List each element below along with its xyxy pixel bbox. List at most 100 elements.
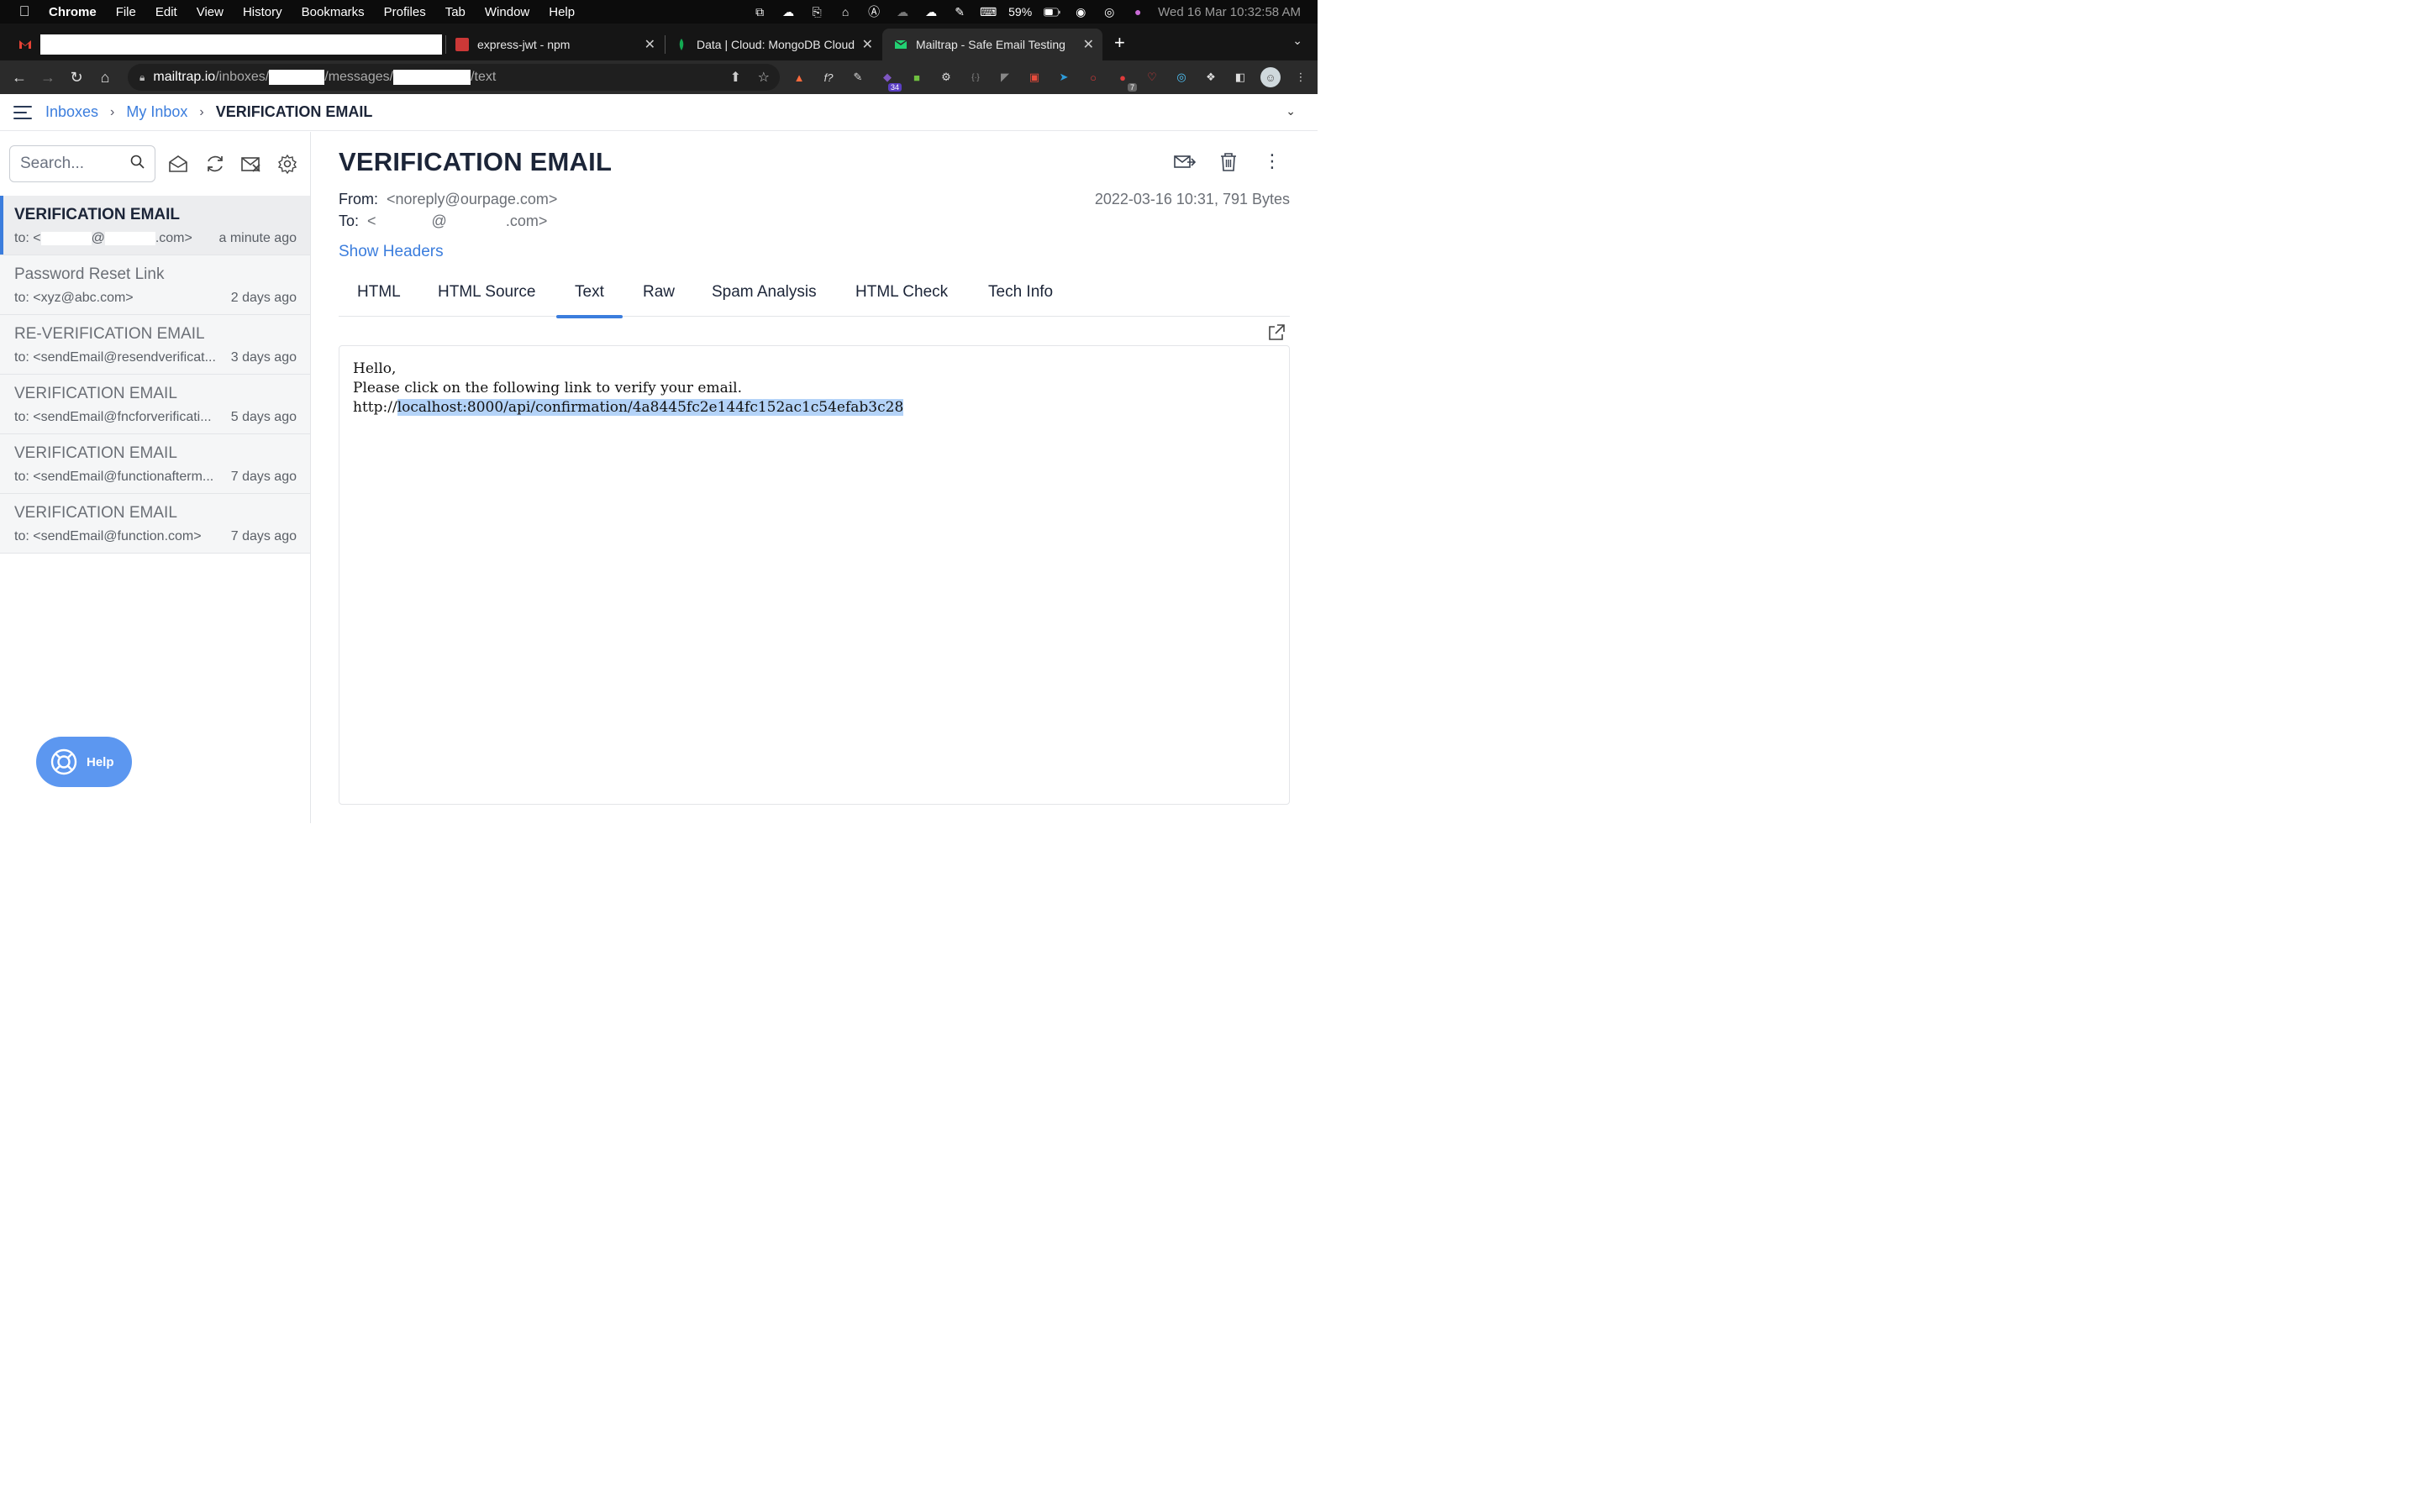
siri-icon[interactable]: ● (1129, 5, 1146, 18)
list-item[interactable]: VERIFICATION EMAIL to: <sendEmail@functi… (0, 434, 310, 494)
extension-red-box-icon[interactable]: ▣ (1025, 68, 1044, 87)
menu-edit[interactable]: Edit (155, 5, 177, 19)
battery-icon[interactable] (1044, 5, 1060, 18)
recipient-at: @ (91, 231, 105, 245)
menubar-clock[interactable]: Wed 16 Mar 10:32:58 AM (1158, 5, 1301, 19)
share-icon[interactable]: ⬆︎ (730, 69, 741, 86)
app-store-icon[interactable]: Ⓐ (865, 5, 882, 18)
extension-fire-icon[interactable]: ▲ (790, 68, 808, 87)
home-icon[interactable]: ⌂ (91, 69, 119, 87)
menu-history[interactable]: History (243, 5, 282, 19)
body-link-line: http://localhost:8000/api/confirmation/4… (353, 398, 1276, 417)
show-headers-link[interactable]: Show Headers (339, 243, 444, 261)
signature-icon[interactable]: ✎ (951, 5, 968, 18)
list-item[interactable]: VERIFICATION EMAIL to: < @ .com> a minute … (0, 196, 310, 255)
extension-shield-icon[interactable]: ♡ (1143, 68, 1161, 87)
close-tab-icon[interactable]: ✕ (862, 36, 873, 53)
message-subject: Password Reset Link (14, 265, 165, 283)
tab-express-jwt[interactable]: express-jwt - npm ✕ (447, 29, 664, 60)
tab-spam-analysis[interactable]: Spam Analysis (712, 283, 817, 302)
apple-menu-icon[interactable]:  (0, 3, 49, 20)
breadcrumb-my-inbox[interactable]: My Inbox (126, 103, 187, 121)
menu-tab[interactable]: Tab (445, 5, 466, 19)
extension-evernote-icon[interactable]: ■ (908, 68, 926, 87)
profile-avatar[interactable]: ☺ (1260, 67, 1281, 87)
close-tab-icon[interactable]: ✕ (644, 36, 655, 53)
user-icon[interactable]: ◉ (1072, 5, 1089, 18)
tab-mailtrap[interactable]: Mailtrap - Safe Email Testing ✕ (882, 29, 1102, 60)
clipboard-icon[interactable]: ⎘ (808, 5, 825, 18)
extension-blue-arrow-icon[interactable]: ➤ (1055, 68, 1073, 87)
adblock-plus-icon[interactable]: ● 7 (1113, 68, 1137, 92)
tab-text[interactable]: Text (556, 283, 623, 318)
search-input[interactable]: Search... (9, 145, 155, 182)
extension-color-ring-icon[interactable]: ◎ (1172, 68, 1191, 87)
more-options-icon[interactable]: ⋮ (1260, 150, 1284, 174)
breadcrumb-inboxes[interactable]: Inboxes (45, 103, 98, 121)
list-item[interactable]: Password Reset Link to: <xyz@abc.com> 2 … (0, 255, 310, 315)
home-icon[interactable]: ⌂ (837, 5, 854, 18)
tab-search-chevron-icon[interactable]: ⌄ (1292, 34, 1302, 48)
hamburger-menu-icon[interactable] (13, 106, 32, 119)
extension-function-icon[interactable]: f? (819, 68, 838, 87)
extension-cursor-icon[interactable]: ◤ (996, 68, 1014, 87)
menu-file[interactable]: File (116, 5, 136, 19)
tab-raw[interactable]: Raw (643, 283, 675, 302)
bookmark-star-icon[interactable]: ☆ (758, 69, 770, 86)
cloud-icon[interactable]: ☁ (894, 5, 911, 18)
screen-mirror-icon[interactable]: ⧉ (751, 5, 768, 18)
message-text-body[interactable]: Hello, Please click on the following lin… (339, 345, 1290, 805)
list-item[interactable]: VERIFICATION EMAIL to: <sendEmail@functi… (0, 494, 310, 554)
cloud-filled-icon[interactable]: ☁ (923, 5, 939, 18)
inbox-settings-gear-icon[interactable] (277, 154, 297, 175)
list-item[interactable]: RE-VERIFICATION EMAIL to: <sendEmail@res… (0, 315, 310, 375)
cloud-sync-icon[interactable]: ☁ (780, 5, 797, 18)
url-path-text: /text (471, 70, 497, 84)
back-icon[interactable]: ← (5, 69, 34, 87)
extension-lock-icon[interactable]: ○ (1084, 68, 1102, 87)
control-center-icon[interactable]: ◎ (1101, 5, 1118, 18)
menu-help[interactable]: Help (549, 5, 575, 19)
extensions-puzzle-icon[interactable]: ❖ (1202, 68, 1220, 87)
menu-window[interactable]: Window (485, 5, 529, 19)
reload-icon[interactable]: ↻ (62, 69, 91, 87)
tab-mongodb[interactable]: Data | Cloud: MongoDB Cloud ✕ (666, 29, 881, 60)
tab-html-check[interactable]: HTML Check (855, 283, 948, 302)
refresh-icon[interactable] (205, 154, 225, 174)
trash-icon[interactable] (1217, 150, 1240, 174)
message-subject: VERIFICATION EMAIL (14, 385, 177, 402)
forward-email-icon[interactable] (1173, 150, 1197, 174)
clear-inbox-icon[interactable] (240, 154, 262, 174)
extension-pen-icon[interactable]: ✎ (849, 68, 867, 87)
mark-all-read-icon[interactable] (168, 154, 188, 174)
tab-tech-info[interactable]: Tech Info (988, 283, 1053, 302)
list-item[interactable]: VERIFICATION EMAIL to: <sendEmail@fncfor… (0, 375, 310, 434)
help-button[interactable]: Help (36, 737, 132, 787)
tab-html[interactable]: HTML (357, 283, 401, 302)
keyboard-icon[interactable]: ⌨ (980, 5, 997, 18)
menu-app-name[interactable]: Chrome (49, 5, 97, 19)
forward-icon[interactable]: → (34, 69, 62, 87)
tab-html-source[interactable]: HTML Source (438, 283, 536, 302)
extension-gear-icon[interactable]: ⚙ (937, 68, 955, 87)
message-subject: VERIFICATION EMAIL (14, 206, 181, 223)
chevron-down-icon[interactable]: ⌄ (1286, 104, 1296, 118)
gmail-icon (18, 38, 32, 51)
selected-link-text[interactable]: localhost:8000/api/confirmation/4a8445fc… (397, 399, 904, 416)
tab-title: express-jwt - npm (477, 38, 571, 51)
menu-bookmarks[interactable]: Bookmarks (302, 5, 365, 19)
close-tab-icon[interactable]: ✕ (1083, 36, 1094, 53)
chrome-menu-icon[interactable]: ⋮ (1292, 68, 1310, 87)
side-panel-icon[interactable]: ◧ (1231, 68, 1249, 87)
page-title: VERIFICATION EMAIL (339, 147, 613, 176)
menu-profiles[interactable]: Profiles (384, 5, 426, 19)
extension-hat-icon[interactable]: ◆ 34 (878, 68, 902, 92)
tab-gmail[interactable] (0, 29, 445, 60)
extension-brackets-icon[interactable]: {∙} (966, 68, 985, 87)
redacted-message-id (393, 70, 471, 85)
address-bar[interactable]: 🔒︎ mailtrap.io /inboxes/ /messages/ /tex… (128, 64, 780, 91)
new-tab-icon[interactable]: + (1114, 32, 1125, 54)
search-icon[interactable] (130, 155, 145, 173)
menu-view[interactable]: View (197, 5, 224, 19)
open-external-icon[interactable] (1267, 323, 1286, 342)
